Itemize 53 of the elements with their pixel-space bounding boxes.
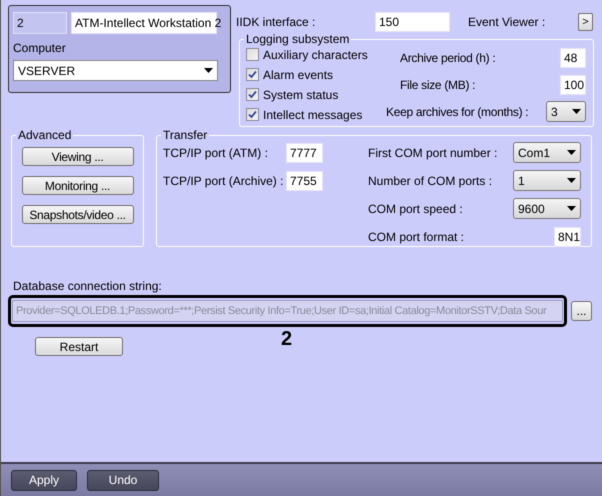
caret-icon xyxy=(567,206,576,211)
port-label: TCP/IP port (ATM) : xyxy=(163,144,268,162)
advanced-button[interactable]: Snapshots/video ... xyxy=(22,205,134,224)
com-dropdown[interactable]: 1 xyxy=(513,170,581,191)
checkbox[interactable] xyxy=(246,68,259,81)
id-field[interactable]: 2 xyxy=(13,12,67,34)
checkbox-label: Alarm events xyxy=(263,66,334,84)
com-label: Number of COM ports : xyxy=(368,172,492,190)
group-label: Logging subsystem xyxy=(245,33,350,46)
com-label: COM port speed : xyxy=(368,200,463,218)
browse-button[interactable]: ... xyxy=(571,301,592,321)
checkbox-label: System status xyxy=(263,86,338,104)
caret-icon xyxy=(572,109,581,114)
event-viewer-button[interactable]: > xyxy=(578,13,593,31)
database-label: Database connection string: xyxy=(13,279,163,293)
check-icon xyxy=(248,90,257,99)
advanced-button[interactable]: Monitoring ... xyxy=(22,176,134,195)
footer-button[interactable]: Apply xyxy=(11,470,77,490)
setting-dropdown[interactable]: 3 xyxy=(546,101,586,122)
footer-button[interactable]: Undo xyxy=(87,470,159,490)
setting-label: Archive period (h) : xyxy=(400,50,496,66)
event-viewer-label: Event Viewer : xyxy=(468,14,546,31)
checkbox[interactable] xyxy=(246,108,259,121)
setting-label: File size (MB) : xyxy=(400,76,476,94)
port-label: TCP/IP port (Archive) : xyxy=(163,172,284,190)
restart-button[interactable]: Restart xyxy=(35,337,123,356)
callout-number: 2 xyxy=(281,328,292,352)
checkbox[interactable] xyxy=(246,48,259,61)
com-label: First COM port number : xyxy=(368,144,498,162)
setting-field[interactable]: 48 xyxy=(560,48,586,68)
caret-icon xyxy=(204,68,213,73)
checkbox-label: Intellect messages xyxy=(263,106,362,124)
advanced-button[interactable]: Viewing ... xyxy=(22,147,134,166)
checkbox-label: Auxiliary characters xyxy=(263,46,368,64)
caret-icon xyxy=(567,150,576,155)
computer-label: Computer xyxy=(13,41,67,55)
iidk-label: IIDK interface : xyxy=(236,14,316,31)
port-field[interactable]: 7777 xyxy=(286,142,323,162)
iidk-field[interactable]: 150 xyxy=(375,12,450,32)
com-label: COM port format : xyxy=(368,228,464,246)
setting-field[interactable]: 100 xyxy=(560,74,586,94)
com-dropdown[interactable]: Com1 xyxy=(513,142,581,163)
com-field[interactable]: 8N1 xyxy=(554,226,581,246)
group-label: Advanced xyxy=(17,129,72,142)
checkbox[interactable] xyxy=(246,88,259,101)
check-icon xyxy=(248,70,257,79)
group-label: Transfer xyxy=(162,129,208,142)
port-field[interactable]: 7755 xyxy=(286,170,323,190)
check-icon xyxy=(248,110,257,119)
computer-dropdown[interactable]: VSERVER xyxy=(13,60,218,81)
setting-label: Keep archives for (months) : xyxy=(386,104,528,120)
com-dropdown[interactable]: 9600 xyxy=(513,198,581,219)
caret-icon xyxy=(567,178,576,183)
